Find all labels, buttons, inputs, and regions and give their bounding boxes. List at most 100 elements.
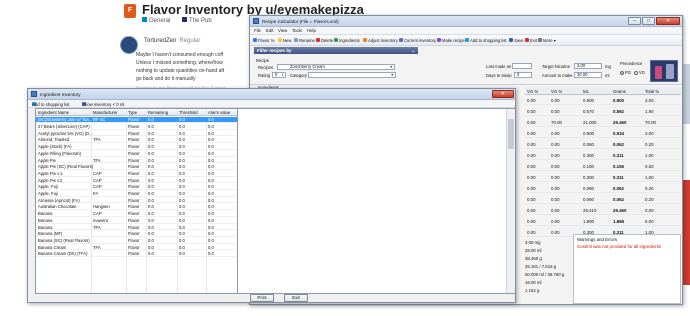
menu-view[interactable]: View xyxy=(278,28,287,33)
close-button[interactable]: ✕ xyxy=(492,90,514,98)
ingredient-row[interactable]: 0.00 0.00 0.900 0.900 3.00 xyxy=(525,96,681,105)
author-name[interactable]: TorturedZen xyxy=(144,38,176,44)
ingredient-row[interactable]: 0.00 70.00 21.000 26.460 70.00 xyxy=(525,118,681,127)
site-logo[interactable]: F xyxy=(124,4,136,18)
flavor-percent-button[interactable]: Flavor % xyxy=(253,37,275,44)
ingredient-row[interactable]: 0.00 0.00 0.300 0.311 1.00 xyxy=(525,151,681,160)
filter-recipes-bar[interactable]: Filter recipes by ⌄ xyxy=(254,47,418,54)
table-row[interactable]: Apple Pie (SC) (Real Flavors) Flavor 0.0 0.… xyxy=(36,164,237,170)
category-pub[interactable]: The Pub xyxy=(182,17,212,24)
last-made-field[interactable] xyxy=(512,63,532,69)
ingredient-row[interactable]: 0.00 0.00 0.900 0.934 3.00 xyxy=(525,129,681,138)
menu-tools[interactable]: Tools xyxy=(292,28,302,33)
table-row[interactable]: Acetyl pyrazine 5% (VG) (D... Flavor 0.0 0.… xyxy=(36,130,237,137)
column-header[interactable]: Total % xyxy=(645,89,659,94)
table-row[interactable]: Apple Pie v.1 CAP Flavor 0.0 0.0 0.0 xyxy=(36,171,237,177)
menu-file[interactable]: File xyxy=(254,28,261,33)
inventory-cell-rem: 0.0 xyxy=(148,130,154,136)
current-inventory-button[interactable]: Current inventory xyxy=(399,37,436,44)
precedence-vg-option[interactable]: VG xyxy=(634,70,645,75)
maximize-button[interactable]: □ xyxy=(642,17,655,25)
table-row[interactable]: Banana TFA Flavor 0.0 0.0 0.0 xyxy=(36,224,237,231)
table-row[interactable]: Apple, Fuji CAP Flavor 0.0 0.0 0.0 xyxy=(36,184,237,190)
days-steep-field[interactable]: 0 xyxy=(514,72,532,78)
column-header[interactable]: ML xyxy=(583,89,589,94)
recipe-titlebar[interactable]: Recipe Calculator (File = Flavors.xml) –… xyxy=(250,16,682,27)
inventory-scrollbar[interactable] xyxy=(506,109,515,293)
ingredient-row[interactable]: 0.00 0.00 0.060 0.062 0.20 xyxy=(525,195,681,204)
ingredient-row[interactable]: 0.00 0.00 0.060 0.062 0.20 xyxy=(525,184,681,193)
table-row[interactable]: Banana (SC) (Real Flavors) Flavor 0.0 0.0 0.… xyxy=(36,238,237,244)
table-row[interactable]: Banana (MF) Flavor 0.0 0.0 0.0 xyxy=(36,231,237,237)
scrollbar-thumb[interactable] xyxy=(508,119,514,149)
exit-button[interactable]: Exit xyxy=(284,294,308,302)
column-header[interactable]: Type xyxy=(128,110,137,115)
inventory-cell-alarm: 0.0 xyxy=(208,204,214,210)
save-button[interactable]: Save xyxy=(509,37,524,44)
new-button[interactable]: New xyxy=(278,37,291,44)
ingredient-cell-vg: 0.00 xyxy=(551,219,560,224)
flavor-icon xyxy=(253,38,257,43)
table-row[interactable]: Australian Chocolate Hangsen Flavor 0.0 0.0 0… xyxy=(36,204,237,211)
column-header[interactable]: Alarm value xyxy=(208,110,230,115)
inventory-cell-thr: 0.0 xyxy=(179,231,185,237)
make-recipe-button[interactable]: Make recipe xyxy=(437,37,465,44)
ingredient-row[interactable]: 0.00 0.00 1.800 1.868 6.00 xyxy=(525,217,681,226)
delete-button[interactable]: Delete xyxy=(316,37,333,44)
column-header[interactable]: Remaining xyxy=(148,110,168,115)
table-row[interactable]: Apple Pie v.2 CAP Flavor 0.0 0.0 0.0 xyxy=(36,177,237,184)
post-text-line: Maybe I haven't consumed enough coff xyxy=(136,52,224,58)
table-row[interactable]: 27 Bears (SilverLine) (CAP) Flavor 0.0 0.0 0… xyxy=(36,124,237,130)
category-select[interactable]: ▼ xyxy=(308,72,396,78)
inventory-cell-name: Acetyl pyrazine 5% (VG) (D... xyxy=(38,130,93,136)
table-row[interactable]: Banana Cream TFA Flavor 0.0 0.0 0.0 xyxy=(36,244,237,251)
category-general[interactable]: General xyxy=(142,17,170,24)
more-button[interactable]: More ▾ xyxy=(538,37,556,44)
table-row[interactable]: Apple Filling (Flavorah) Flavor 0.0 0.0 0.0 xyxy=(36,151,237,157)
table-row[interactable]: Almond, Toasted TFA Flavor 0.0 0.0 0.0 xyxy=(36,137,237,144)
table-row[interactable]: Apple Pie TFA Flavor 0.0 0.0 0.0 xyxy=(36,157,237,164)
precedence-pg-option[interactable]: PG xyxy=(620,70,631,75)
column-header[interactable]: Manufacturer xyxy=(93,110,118,115)
table-row[interactable]: Banana Cream (DX) (TFA) Flavor 0.0 0.0 0.0 xyxy=(36,251,237,257)
category-label: Category xyxy=(290,73,307,78)
menu-help[interactable]: Help xyxy=(307,28,316,33)
inventory-cell-rem: 0.0 xyxy=(148,157,154,163)
ingredient-row[interactable]: 0.00 0.00 0.150 0.156 0.50 xyxy=(525,162,681,171)
add-to-shopping-list-button[interactable]: Add to shopping list xyxy=(465,37,507,44)
target-nicotine-field[interactable]: 3.00 xyxy=(574,63,602,69)
recipes-select[interactable]: Zoochberry Cream ▼ xyxy=(277,64,395,70)
column-header[interactable]: Ingredient Name xyxy=(38,110,69,115)
close-button[interactable]: ✕ xyxy=(656,17,680,25)
splitter[interactable] xyxy=(250,84,682,85)
ingredient-cell-vg: 0.00 xyxy=(551,98,560,103)
inventory-cell-alarm: 0.0 xyxy=(208,144,214,150)
column-header[interactable]: Grams xyxy=(613,89,626,94)
table-row[interactable]: Armenia (Apricot) (FA) Flavor 0.0 0.0 0.0 xyxy=(36,197,237,204)
ingredients-button[interactable]: Ingredients xyxy=(334,37,360,44)
exit-button[interactable]: Exit xyxy=(525,37,537,44)
table-row[interactable]: Apple, Fuji FA Flavor 0.0 0.0 0.0 xyxy=(36,191,237,197)
table-row[interactable]: [SC]Strawberry Jam w/ Toa.. RF SC Flavor 0.… xyxy=(36,117,237,123)
amount-make-field[interactable]: 30.00 xyxy=(574,72,602,78)
table-row[interactable]: Banana CAP Flavor 0.0 0.0 0.0 xyxy=(36,211,237,217)
rating-spinner[interactable]: 0 ⇕ xyxy=(272,72,286,78)
table-row[interactable]: Banana Inawera Flavor 0.0 0.0 0.0 xyxy=(36,218,237,224)
minimize-button[interactable]: – xyxy=(628,17,641,25)
inventory-cell-type: Flavor xyxy=(128,251,140,257)
print-button[interactable]: Print xyxy=(250,294,274,302)
table-row[interactable]: Apple (Stark) (FA) Flavor 0.0 0.0 0.0 xyxy=(36,144,237,150)
column-header[interactable]: VG % xyxy=(551,89,562,94)
rename-button[interactable]: Rename xyxy=(294,37,315,44)
menu-edit[interactable]: Edit xyxy=(266,28,273,33)
ingredient-cell-vg: 0.00 xyxy=(551,109,560,114)
ingredient-row[interactable]: 0.00 0.00 0.060 0.062 0.20 xyxy=(525,140,681,149)
column-header[interactable]: VG % xyxy=(527,89,538,94)
column-header[interactable]: Threshold xyxy=(179,110,198,115)
ingredient-row[interactable]: 0.00 0.00 0.570 0.592 1.90 xyxy=(525,107,681,116)
inventory-cell-name: Apple, Fuji xyxy=(38,191,58,197)
ingredient-row[interactable]: 0.00 0.00 25.410 26.460 0.00 xyxy=(525,206,681,215)
inventory-titlebar[interactable]: Ingredient Inventory ✕ xyxy=(28,89,515,100)
adjust-inventory-button[interactable]: Adjust inventory xyxy=(363,37,398,44)
ingredient-row[interactable]: 0.00 0.00 0.300 0.311 1.00 xyxy=(525,173,681,182)
